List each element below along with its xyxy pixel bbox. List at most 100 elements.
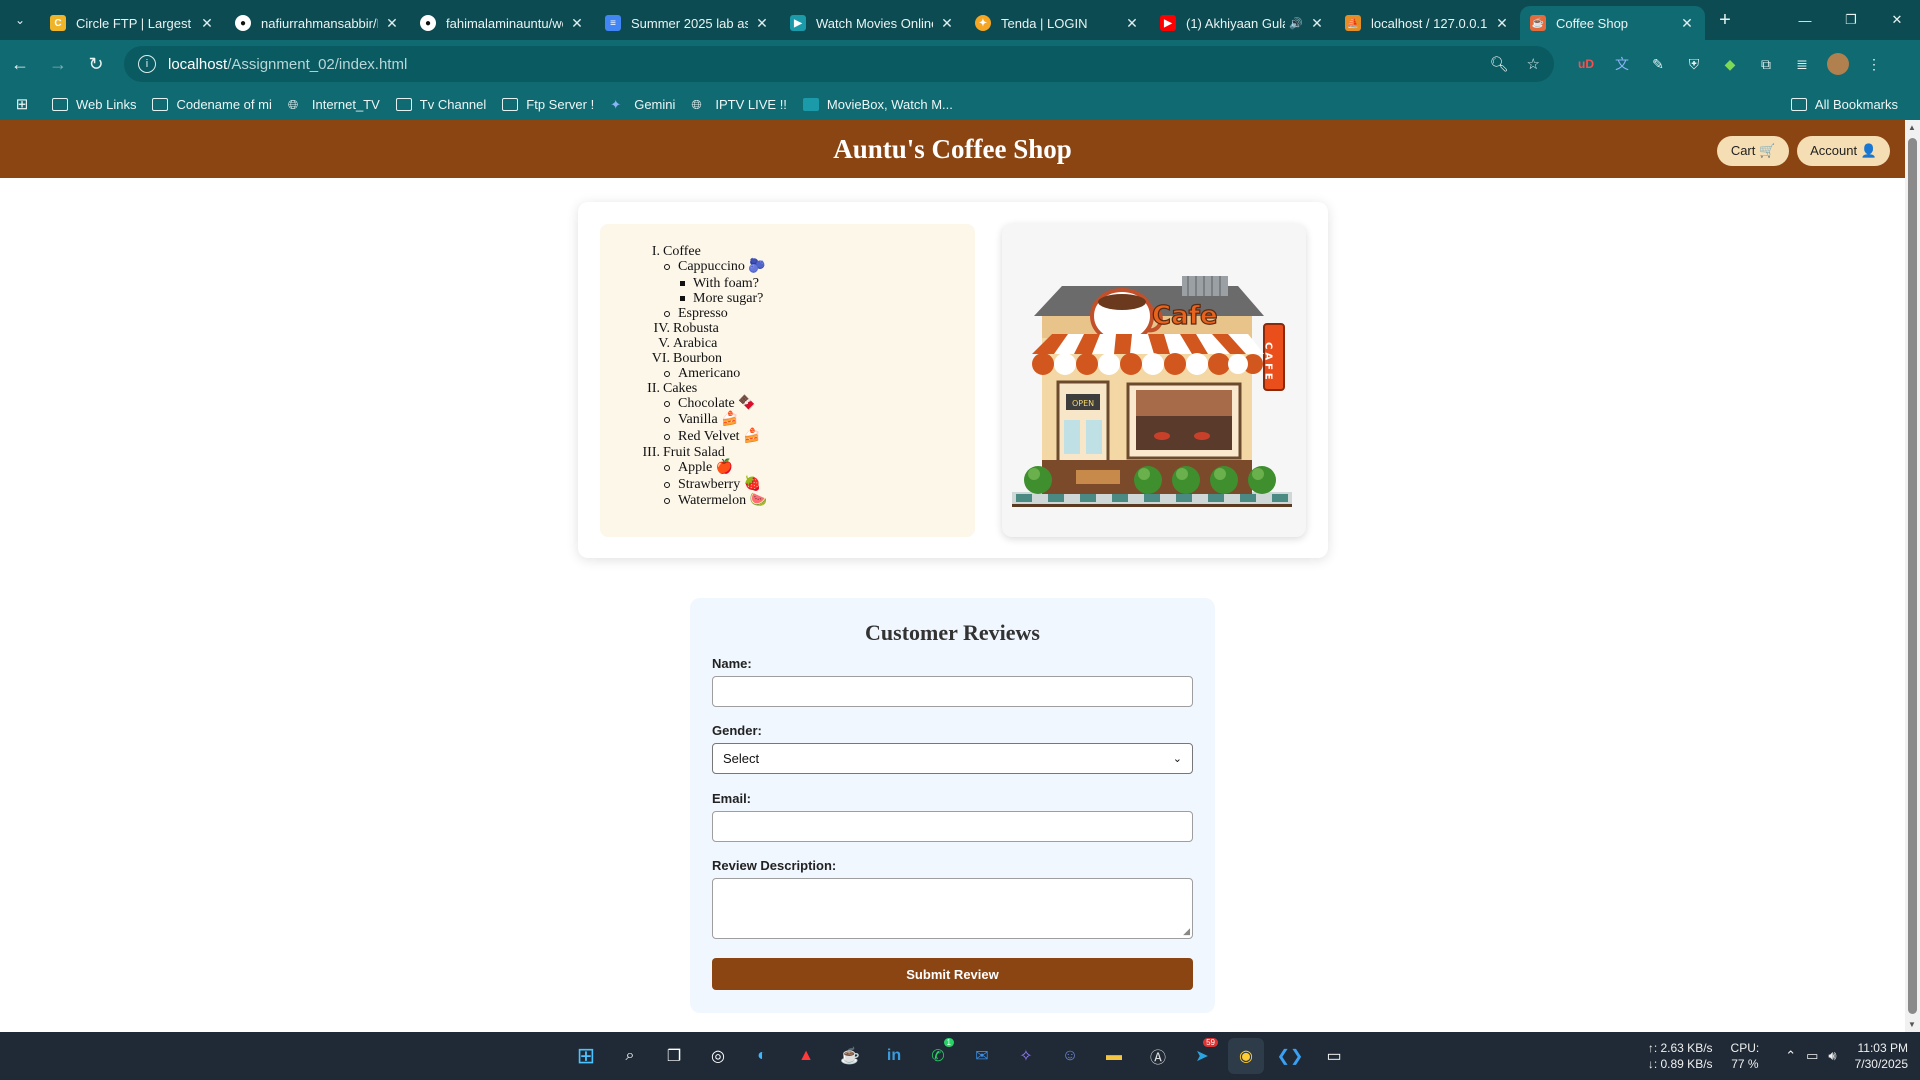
close-icon[interactable]: ✕: [1309, 15, 1325, 32]
task-view-icon[interactable]: ❐: [656, 1038, 692, 1074]
close-icon[interactable]: ✕: [1124, 15, 1140, 32]
cpu-value: 77 %: [1731, 1057, 1759, 1071]
tab-watch-movies[interactable]: ▶ Watch Movies Online ✕: [780, 6, 965, 40]
clock[interactable]: 11:03 PM 7/30/2025: [1855, 1040, 1908, 1072]
tab-coffee-shop[interactable]: ☕ Coffee Shop ✕: [1520, 6, 1705, 40]
chevron-up-icon[interactable]: ⌃: [1785, 1048, 1796, 1064]
apps-grid-icon[interactable]: ⊞: [0, 95, 44, 113]
close-icon[interactable]: ✕: [1494, 15, 1510, 32]
chrome-icon[interactable]: ◉: [1228, 1038, 1264, 1074]
minimize-icon[interactable]: —: [1782, 0, 1828, 40]
bookmark-ftp-server[interactable]: Ftp Server !: [494, 90, 602, 118]
bookmark-internet-tv[interactable]: 🌐︎ Internet_TV: [280, 90, 388, 118]
tab-title: Watch Movies Online: [816, 15, 933, 31]
reload-icon[interactable]: ↻: [78, 46, 114, 82]
linkedin-icon[interactable]: in: [876, 1038, 912, 1074]
whatsapp-icon[interactable]: ✆ 1: [920, 1038, 956, 1074]
gender-select[interactable]: Select ⌄: [712, 743, 1193, 774]
github-icon: ●: [420, 15, 436, 31]
site-info-icon[interactable]: i: [138, 55, 156, 73]
menu-category-cakes: Cakes: [663, 380, 698, 396]
coffee-app-icon[interactable]: ☕: [832, 1038, 868, 1074]
bookmark-tv-channel[interactable]: Tv Channel: [388, 90, 494, 118]
extension-shield-icon[interactable]: ⛨: [1676, 46, 1712, 82]
cafe-image-card: Cafe CAFE OPEN: [1002, 224, 1306, 537]
close-window-icon[interactable]: ✕: [1874, 0, 1920, 40]
list-item: I. Coffee: [600, 244, 975, 259]
menu-item-watermelon: Watermelon 🍉: [678, 493, 767, 508]
upload-speed: ↑: 2.63 KB/s: [1647, 1041, 1713, 1055]
bookmark-iptv-live[interactable]: 🌐︎ IPTV LIVE !!: [683, 90, 795, 118]
new-tab-button[interactable]: +: [1705, 9, 1745, 32]
tab-phpmyadmin[interactable]: ⛵ localhost / 127.0.0.1 / ✕: [1335, 6, 1520, 40]
eyedropper-icon[interactable]: ✎: [1640, 46, 1676, 82]
zoom-icon[interactable]: 🔍︎: [1490, 55, 1509, 73]
menu-item-robusta: Robusta: [673, 320, 719, 336]
tab-youtube[interactable]: ▶ (1) Akhiyaan Gula 🔊 ✕: [1150, 6, 1335, 40]
windows-start-icon[interactable]: ⊞: [568, 1038, 604, 1074]
obs-icon[interactable]: ◎: [700, 1038, 736, 1074]
forward-arrow-icon[interactable]: →: [40, 46, 76, 82]
outlook-icon[interactable]: ✉: [964, 1038, 1000, 1074]
media-controls-icon[interactable]: ≣: [1784, 46, 1820, 82]
browser-menu-icon[interactable]: ⋮: [1856, 46, 1892, 82]
tab-github-fahim[interactable]: ● fahimalaminauntu/we ✕: [410, 6, 595, 40]
ublock-origin-icon[interactable]: uD: [1568, 46, 1604, 82]
speaker-icon[interactable]: 🔊: [1289, 17, 1303, 30]
close-icon[interactable]: ✕: [569, 15, 585, 32]
close-icon[interactable]: ✕: [384, 15, 400, 32]
terminal-icon[interactable]: ▭: [1316, 1038, 1352, 1074]
bookmark-label: Web Links: [76, 96, 137, 112]
restore-icon[interactable]: ❐: [1828, 0, 1874, 40]
copilot-icon[interactable]: ✧: [1008, 1038, 1044, 1074]
close-icon[interactable]: ✕: [199, 15, 215, 32]
resize-handle-icon[interactable]: ◢: [1183, 926, 1190, 937]
network-icon[interactable]: ▭: [1806, 1048, 1818, 1064]
tab-tenda-login[interactable]: ✦ Tenda | LOGIN ✕: [965, 6, 1150, 40]
scroll-up-icon[interactable]: ▲: [1908, 123, 1916, 132]
address-bar[interactable]: i localhost/Assignment_02/index.html 🔍︎ …: [124, 46, 1554, 82]
profile-avatar[interactable]: [1827, 53, 1849, 75]
menu-list: I. Coffee Cappuccino 🫐 With foam? More su…: [600, 224, 975, 537]
scrollbar-thumb[interactable]: [1908, 138, 1917, 1014]
file-explorer-icon[interactable]: ▬: [1096, 1038, 1132, 1074]
tab-search-button[interactable]: ⌄: [0, 0, 40, 40]
name-input[interactable]: [712, 676, 1193, 707]
tab-circle-ftp[interactable]: C Circle FTP | Largest FT ✕: [40, 6, 225, 40]
tab-title: fahimalaminauntu/we: [446, 15, 563, 31]
all-bookmarks[interactable]: All Bookmarks: [1783, 90, 1906, 118]
translate-icon[interactable]: 文: [1604, 46, 1640, 82]
bullet-icon: [664, 400, 670, 407]
email-input[interactable]: [712, 811, 1193, 842]
bookmark-codename[interactable]: Codename of mi: [144, 90, 279, 118]
telegram-icon[interactable]: ➤ 59: [1184, 1038, 1220, 1074]
back-arrow-icon[interactable]: ←: [2, 46, 38, 82]
cart-button[interactable]: Cart 🛒: [1717, 136, 1789, 166]
menu-option-sugar: More sugar?: [693, 290, 764, 306]
edge-icon[interactable]: ◐: [744, 1038, 780, 1074]
bookmark-moviebox[interactable]: MovieBox, Watch M...: [795, 90, 961, 118]
close-icon[interactable]: ✕: [939, 15, 955, 32]
scroll-down-icon[interactable]: ▼: [1908, 1020, 1916, 1029]
bookmark-star-icon[interactable]: ☆: [1527, 55, 1540, 73]
vscode-icon[interactable]: ❮❯: [1272, 1038, 1308, 1074]
volume-icon[interactable]: 🔊︎: [1828, 1048, 1836, 1064]
tab-title: Summer 2025 lab ass: [631, 15, 748, 31]
tab-google-docs[interactable]: ≡ Summer 2025 lab ass ✕: [595, 6, 780, 40]
discord-icon[interactable]: ☺: [1052, 1038, 1088, 1074]
close-icon[interactable]: ✕: [1679, 15, 1695, 32]
account-button[interactable]: Account 👤: [1797, 136, 1890, 166]
search-icon[interactable]: ⌕: [612, 1038, 648, 1074]
extensions-puzzle-icon[interactable]: ⧉: [1748, 46, 1784, 82]
app-store-icon[interactable]: Ⓐ: [1140, 1038, 1176, 1074]
review-description-textarea[interactable]: ◢: [712, 878, 1193, 939]
bookmark-web-links[interactable]: Web Links: [44, 90, 144, 118]
adobe-acrobat-icon[interactable]: ▲: [788, 1038, 824, 1074]
close-icon[interactable]: ✕: [754, 15, 770, 32]
tab-github-nafiur[interactable]: ● nafiurrahmansabbir/E ✕: [225, 6, 410, 40]
bookmark-gemini[interactable]: ✦ Gemini: [602, 90, 683, 118]
extension-leaf-icon[interactable]: ◆: [1712, 46, 1748, 82]
submit-review-button[interactable]: Submit Review: [712, 958, 1193, 990]
browser-tab-strip: ⌄ C Circle FTP | Largest FT ✕ ● nafiurra…: [0, 0, 1920, 40]
page-scrollbar[interactable]: ▲ ▼: [1905, 120, 1920, 1032]
